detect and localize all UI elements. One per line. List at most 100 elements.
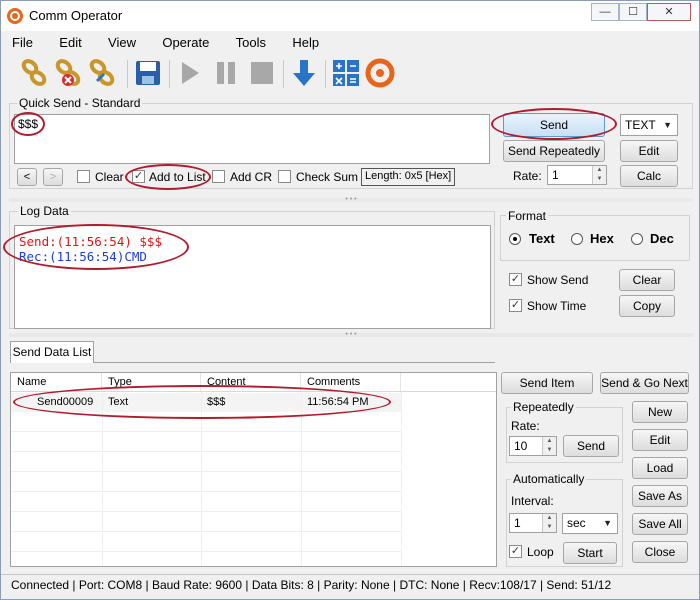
list-close-button[interactable]: Close — [632, 541, 688, 563]
list-rate-value: 10 — [514, 439, 528, 453]
list-edit-button[interactable]: Edit — [632, 429, 688, 451]
toolbar-separator — [283, 60, 284, 88]
log-output[interactable]: Send:(11:56:54) $$$ Rec:(11:56:54)CMD — [14, 225, 491, 329]
rate-value: 1 — [552, 168, 559, 182]
list-rate-spinner[interactable]: 10 ▲ ▼ — [509, 436, 557, 456]
loop-label: Loop — [527, 545, 554, 559]
grid-row-line — [11, 491, 401, 492]
repeatedly-group-label: Repeatedly — [511, 400, 576, 414]
pause-icon[interactable] — [211, 58, 241, 88]
clear-checkbox-label: Clear — [95, 170, 124, 184]
row-comments-cell: 11:56:54 PM — [307, 396, 369, 408]
menu-tools[interactable]: Tools — [233, 34, 269, 51]
loop-checkbox[interactable]: ✓ — [509, 545, 522, 558]
grid-row-line — [11, 471, 401, 472]
previous-button[interactable]: < — [17, 168, 37, 186]
format-dec-radio[interactable] — [631, 233, 643, 245]
connect-icon[interactable] — [19, 58, 49, 88]
format-hex-label: Hex — [590, 231, 614, 246]
download-icon[interactable] — [289, 58, 319, 88]
next-button[interactable]: > — [43, 168, 63, 186]
new-button[interactable]: New — [632, 401, 688, 423]
log-copy-button[interactable]: Copy — [619, 295, 675, 317]
interval-value: 1 — [514, 516, 521, 530]
grid-row-line — [11, 551, 401, 552]
menu-edit[interactable]: Edit — [56, 34, 84, 51]
menu-help[interactable]: Help — [289, 34, 322, 51]
format-hex-radio[interactable] — [571, 233, 583, 245]
list-send-button[interactable]: Send — [563, 435, 619, 457]
grid-row-line — [11, 531, 401, 532]
maximize-button[interactable]: ☐ — [619, 3, 647, 21]
save-all-button[interactable]: Save All — [632, 513, 688, 535]
format-text-label: Text — [529, 231, 555, 246]
quick-send-input-value: $$$ — [18, 117, 39, 131]
app-logo-icon[interactable] — [365, 58, 395, 88]
calc-button[interactable]: Calc — [620, 165, 678, 187]
grid-row-line — [11, 511, 401, 512]
stop-icon[interactable] — [247, 58, 277, 88]
chevron-down-icon: ▼ — [603, 518, 612, 528]
column-header-content[interactable]: Content — [201, 373, 301, 391]
show-send-checkbox[interactable]: ✓ — [509, 273, 522, 286]
menu-operate[interactable]: Operate — [159, 34, 212, 51]
calculator-icon[interactable] — [331, 58, 361, 88]
interval-spinner[interactable]: 1 ▲ ▼ — [509, 513, 557, 533]
rate-spinner[interactable]: 1 ▲ ▼ — [547, 165, 607, 185]
column-header-name[interactable]: Name — [11, 373, 102, 391]
disconnect-icon[interactable] — [53, 58, 83, 88]
save-as-button[interactable]: Save As — [632, 485, 688, 507]
spinner-arrows-icon[interactable]: ▲ ▼ — [592, 166, 606, 184]
menu-view[interactable]: View — [105, 34, 139, 51]
title-bar: Comm Operator — ☐ ✕ — [1, 1, 699, 31]
grid-row-line — [11, 431, 401, 432]
load-button[interactable]: Load — [632, 457, 688, 479]
spinner-arrows-icon[interactable]: ▲ ▼ — [542, 437, 556, 455]
close-window-button[interactable]: ✕ — [647, 3, 691, 21]
quick-send-input[interactable]: $$$ — [14, 114, 490, 164]
play-icon[interactable] — [175, 58, 205, 88]
log-line-send: Send:(11:56:54) $$$ — [19, 234, 162, 249]
add-cr-checkbox[interactable] — [212, 170, 225, 183]
minimize-button[interactable]: — — [591, 3, 619, 21]
app-logo-icon — [7, 8, 23, 24]
send-item-button[interactable]: Send Item — [501, 372, 593, 394]
list-rate-label: Rate: — [511, 419, 540, 433]
format-select[interactable]: TEXT ▼ — [620, 114, 678, 136]
format-dec-label: Dec — [650, 231, 674, 246]
splitter-top[interactable]: • • • — [9, 196, 693, 203]
grid-column-line — [102, 392, 103, 566]
show-time-checkbox[interactable]: ✓ — [509, 299, 522, 312]
toolbar-separator — [127, 60, 128, 88]
save-icon[interactable] — [133, 58, 163, 88]
log-clear-button[interactable]: Clear — [619, 269, 675, 291]
check-sum-checkbox[interactable] — [278, 170, 291, 183]
quick-send-edit-button[interactable]: Edit — [620, 140, 678, 162]
menu-bar: File Edit View Operate Tools Help — [9, 34, 339, 54]
app-window: Comm Operator — ☐ ✕ File Edit View Opera… — [0, 0, 700, 600]
toolbar-separator — [325, 60, 326, 88]
settings-icon[interactable] — [87, 58, 117, 88]
automatically-group-label: Automatically — [511, 472, 587, 486]
splitter-bottom[interactable]: • • • — [9, 331, 693, 338]
toolbar-separator — [169, 60, 170, 88]
tab-send-data-list[interactable]: Send Data List — [10, 341, 94, 363]
format-text-radio[interactable] — [509, 233, 521, 245]
interval-unit-select[interactable]: sec ▼ — [562, 513, 618, 534]
send-button[interactable]: Send — [503, 113, 605, 137]
column-header-type[interactable]: Type — [102, 373, 201, 391]
spinner-arrows-icon[interactable]: ▲ ▼ — [542, 514, 556, 532]
clear-checkbox[interactable] — [77, 170, 90, 183]
format-group-label: Format — [506, 209, 549, 223]
table-row[interactable]: Send00009 Text $$$ 11:56:54 PM — [11, 393, 401, 412]
status-bar: Connected | Port: COM8 | Baud Rate: 9600… — [1, 574, 699, 599]
send-repeatedly-button[interactable]: Send Repeatedly — [503, 140, 605, 162]
rate-label: Rate: — [513, 169, 542, 183]
window-title: Comm Operator — [29, 8, 123, 23]
start-button[interactable]: Start — [563, 542, 617, 564]
add-to-list-checkbox[interactable]: ✓ — [132, 170, 145, 183]
interval-label: Interval: — [511, 494, 554, 508]
menu-file[interactable]: File — [9, 34, 36, 51]
column-header-comments[interactable]: Comments — [301, 373, 401, 391]
send-and-go-next-button[interactable]: Send & Go Next — [600, 372, 689, 394]
